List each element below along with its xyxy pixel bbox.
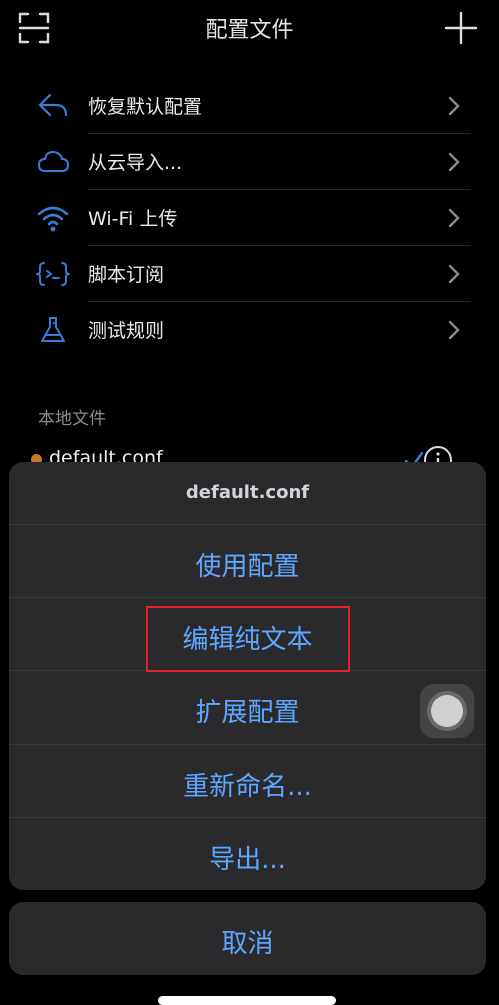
- chevron-right-icon: [448, 208, 460, 228]
- menu-item-label: 脚本订阅: [88, 264, 165, 286]
- assistive-touch-icon: [431, 695, 463, 727]
- chevron-right-icon: [448, 320, 460, 340]
- menu-item-restore-default[interactable]: 恢复默认配置: [0, 78, 499, 134]
- undo-arrow-icon: [38, 93, 68, 117]
- script-braces-icon: [36, 262, 70, 286]
- menu-item-import-cloud[interactable]: 从云导入...: [0, 134, 499, 190]
- chevron-right-icon: [448, 264, 460, 284]
- action-sheet-title: default.conf: [185, 482, 310, 503]
- menu-item-label: 恢复默认配置: [88, 96, 203, 118]
- export-button[interactable]: 导出...: [9, 817, 486, 890]
- wifi-icon: [37, 206, 69, 232]
- use-config-button[interactable]: 使用配置: [9, 524, 486, 597]
- menu-item-label: Wi-Fi 上传: [88, 208, 178, 230]
- flask-icon: [41, 317, 65, 342]
- button-label: 导出...: [209, 845, 286, 875]
- chevron-right-icon: [448, 152, 460, 172]
- menu-item-wifi-upload[interactable]: Wi-Fi 上传: [0, 190, 499, 246]
- menu-item-label: 从云导入...: [88, 152, 183, 174]
- cancel-button[interactable]: 取消: [9, 902, 486, 975]
- cloud-icon: [37, 150, 70, 172]
- menu-item-script-subscription[interactable]: 脚本订阅: [0, 246, 499, 302]
- menu-item-test-rules[interactable]: 测试规则: [0, 302, 499, 358]
- home-indicator: [158, 996, 336, 1005]
- add-icon[interactable]: [443, 10, 479, 46]
- assistive-touch-button[interactable]: [420, 684, 474, 738]
- navigation-bar: 配置文件: [0, 0, 499, 56]
- action-sheet: default.conf 使用配置 编辑纯文本 扩展配置 重新命名... 导出.…: [9, 462, 486, 890]
- page-title: 配置文件: [205, 18, 294, 43]
- button-label: 重新命名...: [183, 772, 312, 802]
- button-label: 取消: [221, 929, 274, 959]
- menu-item-label: 测试规则: [88, 320, 165, 342]
- chevron-right-icon: [448, 96, 460, 116]
- rename-button[interactable]: 重新命名...: [9, 744, 486, 817]
- section-header-local-files: 本地文件: [38, 409, 106, 429]
- extend-config-button[interactable]: 扩展配置: [9, 670, 486, 743]
- button-label: 使用配置: [195, 552, 300, 582]
- highlight-box: [146, 606, 350, 672]
- button-label: 扩展配置: [195, 698, 300, 728]
